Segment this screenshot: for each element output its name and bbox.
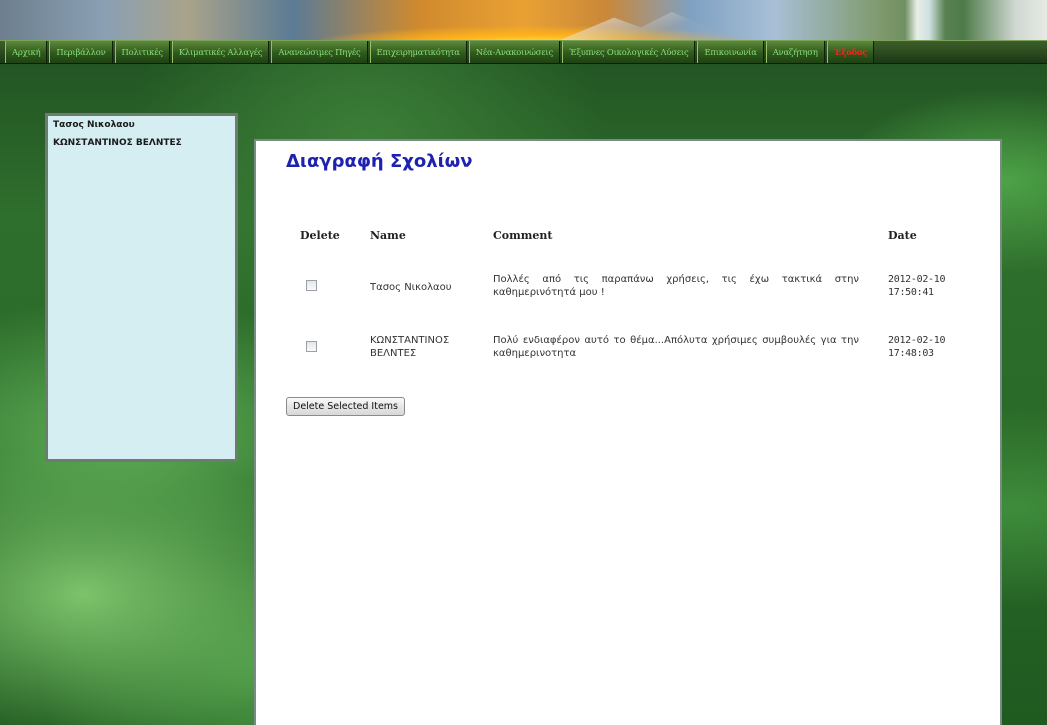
nav-item-climate-change[interactable]: Κλιματικές Αλλαγές <box>171 41 270 63</box>
column-header-date: Date <box>888 229 917 242</box>
delete-selected-button[interactable]: Delete Selected Items <box>286 397 406 416</box>
nav-item-news[interactable]: Νέα-Ανακοινώσεις <box>468 41 560 63</box>
nav-item-smart-eco-solutions[interactable]: Έξυπνες Οικολογικές Λύσεις <box>561 41 696 63</box>
nav-item-environment[interactable]: Περιβάλλον <box>49 41 113 63</box>
banner-mountain-image <box>560 12 740 40</box>
nav-item-renewable-sources[interactable]: Ανανεώσιμες Πηγές <box>271 41 368 63</box>
row-name: Τασος Νικολαου <box>370 282 452 293</box>
row-date-time: 17:50:41 <box>888 287 934 298</box>
column-header-name: Name <box>370 229 406 242</box>
header-banner <box>0 0 1047 40</box>
page-title: Διαγραφή Σχολίων <box>286 151 473 172</box>
nav-item-search[interactable]: Αναζήτηση <box>765 41 825 63</box>
column-header-comment: Comment <box>493 229 553 242</box>
main-content: Διαγραφή Σχολίων Delete Name Comment Dat… <box>254 139 1002 725</box>
nav-item-home[interactable]: Αρχική <box>5 41 48 63</box>
row-comment: Πολύ ενδιαφέρον αυτό το θέμα...Απόλυτα χ… <box>493 335 859 359</box>
row-date: 2012-02-10 17:48:03 <box>888 334 978 360</box>
nav-item-logout[interactable]: Έξοδος <box>826 41 875 63</box>
sidebar-item-user-2[interactable]: ΚΩΝΣΤΑΝΤΙΝΟΣ ΒΕΛΝΤΕΣ <box>53 138 230 148</box>
main-nav: Αρχική Περιβάλλον Πολιτικές Κλιματικές Α… <box>0 40 1047 64</box>
sidebar-item-user-1[interactable]: Τασος Νικολαου <box>53 120 230 130</box>
row-delete-checkbox[interactable] <box>306 341 317 352</box>
row-name: ΚΩΝΣΤΑΝΤΙΝΟΣ ΒΕΛΝΤΕΣ <box>370 335 450 359</box>
nav-item-policies[interactable]: Πολιτικές <box>114 41 170 63</box>
banner-waterfall-image <box>905 0 945 40</box>
page: Αρχική Περιβάλλον Πολιτικές Κλιματικές Α… <box>0 0 1047 725</box>
row-date: 2012-02-10 17:50:41 <box>888 273 978 299</box>
row-date-time: 17:48:03 <box>888 348 934 359</box>
row-date-day: 2012-02-10 <box>888 335 946 346</box>
sidebar: Τασος Νικολαου ΚΩΝΣΤΑΝΤΙΝΟΣ ΒΕΛΝΤΕΣ <box>45 113 238 462</box>
row-date-day: 2012-02-10 <box>888 274 946 285</box>
nav-item-contact[interactable]: Επικοινωνία <box>697 41 764 63</box>
row-delete-checkbox[interactable] <box>306 280 317 291</box>
nav-item-entrepreneurship[interactable]: Επιχειρηματικότητα <box>369 41 467 63</box>
column-header-delete: Delete <box>300 229 340 242</box>
row-comment: Πολλές από τις παραπάνω χρήσεις, τις έχω… <box>493 274 859 298</box>
